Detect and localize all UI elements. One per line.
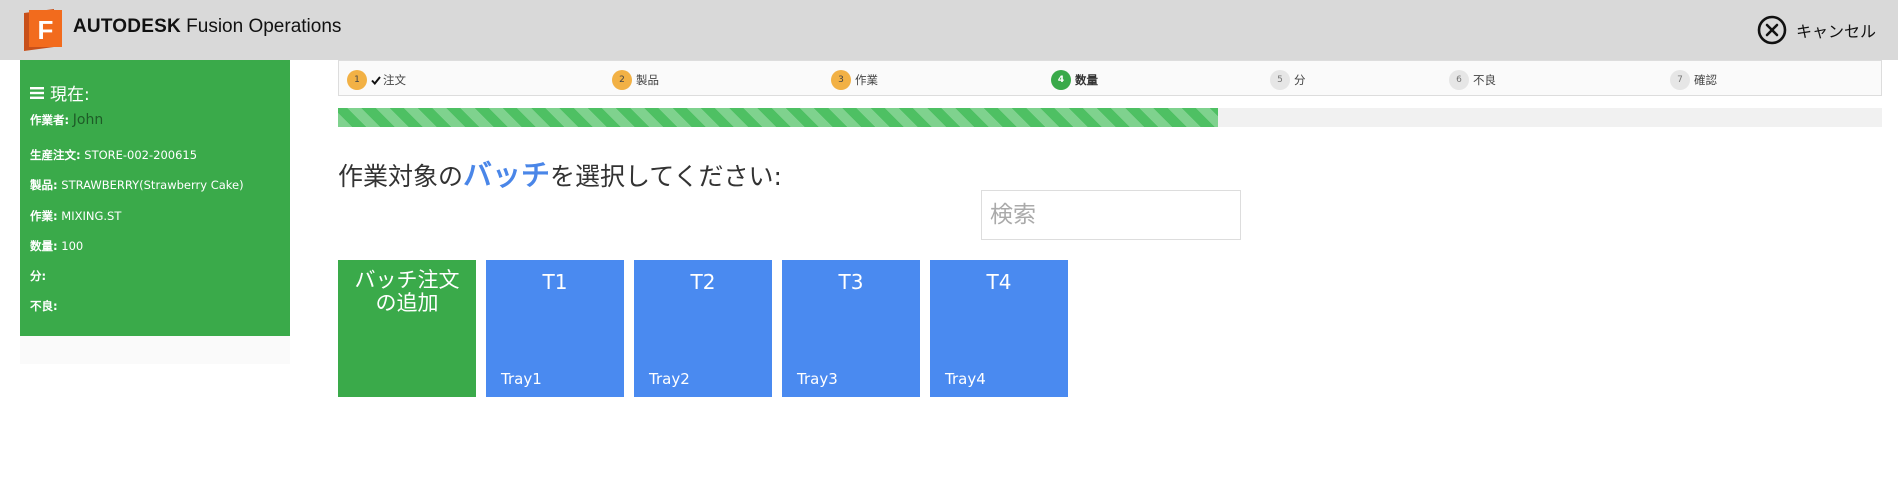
batch-code: T1 [542,270,568,294]
batch-name: Tray1 [501,370,542,388]
fusion-logo-icon: F [24,9,62,51]
current-info-panel: 現在: 作業者: John 生産注文: STORE-002-200615 製品:… [20,60,290,336]
brand-name: AUTODESK [73,16,181,37]
top-bar: F AUTODESK Fusion Operations キャンセル [0,0,1898,60]
info-row-quantity: 数量: 100 [30,238,83,254]
step-number: 7 [1670,70,1690,90]
batch-code: T3 [838,270,864,294]
panel-title-text: 現在: [50,85,90,105]
step-product[interactable]: 2 製品 [612,70,659,90]
step-number: 2 [612,70,632,90]
batch-tile-t4[interactable]: T4 Tray4 [930,260,1068,397]
info-key: 生産注文: [30,148,81,162]
step-number: 1 [347,70,367,90]
add-batch-order-button[interactable]: バッチ注文 の追加 [338,260,476,397]
step-label: 分 [1294,73,1306,87]
info-row-production-order: 生産注文: STORE-002-200615 [30,147,197,163]
instruction-prefix: 作業対象の [338,162,464,191]
info-value: John [72,112,104,128]
step-label: 作業 [855,73,878,87]
batch-tile-t1[interactable]: T1 Tray1 [486,260,624,397]
add-label-line: の追加 [375,291,439,315]
batch-name: Tray4 [945,370,986,388]
close-circle-icon [1757,15,1787,45]
panel-footer [20,336,290,364]
step-label: 製品 [636,73,659,87]
batch-tile-t3[interactable]: T3 Tray3 [782,260,920,397]
brand-product: Fusion Operations [186,16,342,37]
info-key: 製品: [30,178,58,192]
instruction-highlight: バッチ [463,158,551,192]
panel-title: 現在: [30,80,90,105]
info-value: MIXING.ST [61,209,122,223]
info-key: 作業: [30,209,58,223]
batch-code: T2 [690,270,716,294]
cancel-button[interactable]: キャンセル [1757,14,1876,46]
info-key: 不良: [30,299,58,313]
info-row-operation: 作業: MIXING.ST [30,208,121,224]
step-number: 5 [1270,70,1290,90]
instruction-suffix: を選択してください: [550,162,782,191]
instruction-text: 作業対象のバッチを選択してください: [338,152,782,194]
info-value: STRAWBERRY(Strawberry Cake) [61,178,244,192]
progress-fill [338,108,1219,127]
info-row-minutes: 分: [30,268,46,284]
step-order[interactable]: 1 注文 [347,70,406,90]
step-confirm[interactable]: 7 確認 [1670,70,1717,90]
info-row-operator: 作業者: John [30,112,103,128]
info-key: 作業者: [30,113,70,127]
brand-title: AUTODESK Fusion Operations [73,16,341,38]
check-icon [371,75,381,85]
step-label: 確認 [1694,73,1717,87]
progress-bar [338,108,1882,127]
step-label: 不良 [1473,73,1496,87]
batch-tile-t2[interactable]: T2 Tray2 [634,260,772,397]
info-value: 100 [61,239,84,253]
step-number: 4 [1051,70,1071,90]
info-key: 数量: [30,239,58,253]
batch-name: Tray3 [797,370,838,388]
add-batch-order-label: バッチ注文 の追加 [338,269,476,315]
step-label: 注文 [383,73,406,87]
step-defects[interactable]: 6 不良 [1449,70,1496,90]
step-label: 数量 [1075,73,1098,87]
search-input[interactable] [981,190,1241,240]
batch-name: Tray2 [649,370,690,388]
step-quantity[interactable]: 4 数量 [1051,70,1098,90]
info-row-product: 製品: STRAWBERRY(Strawberry Cake) [30,177,244,193]
info-row-defects: 不良: [30,298,58,314]
step-operation[interactable]: 3 作業 [831,70,878,90]
step-number: 6 [1449,70,1469,90]
cancel-label: キャンセル [1795,22,1876,41]
add-label-line: バッチ注文 [354,268,460,292]
info-key: 分: [30,269,47,283]
wizard-stepper: 1 注文 2 製品 3 作業 4 数量 5 分 6 不良 7 確認 [338,60,1882,96]
batch-code: T4 [986,270,1012,294]
bars-icon [30,86,44,99]
step-number: 3 [831,70,851,90]
step-minutes[interactable]: 5 分 [1270,70,1306,90]
info-value: STORE-002-200615 [84,148,198,162]
svg-text:F: F [38,15,54,45]
